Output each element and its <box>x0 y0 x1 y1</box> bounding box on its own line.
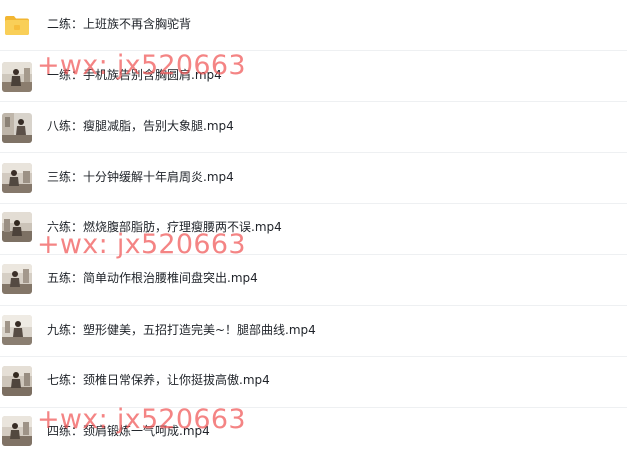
item-name[interactable]: 三练：十分钟缓解十年肩周炎.mp4 <box>47 167 234 187</box>
item-name[interactable]: 四练：颈肩锻炼一气呵成.mp4 <box>47 421 210 441</box>
video-thumbnail <box>2 366 32 396</box>
video-thumbnail <box>2 113 32 143</box>
list-item-video[interactable]: 六练：燃烧腹部脂肪，疗理瘦腰两不误.mp4 <box>0 204 627 255</box>
list-item-video[interactable]: 一练：手机族告别含胸圆肩.mp4 <box>0 51 627 102</box>
item-name[interactable]: 六练：燃烧腹部脂肪，疗理瘦腰两不误.mp4 <box>47 217 282 237</box>
list-item-video[interactable]: 五练：简单动作根治腰椎间盘突出.mp4 <box>0 255 627 306</box>
list-item-video[interactable]: 九练：塑形健美，五招打造完美~！腿部曲线.mp4 <box>0 306 627 357</box>
item-name[interactable]: 五练：简单动作根治腰椎间盘突出.mp4 <box>47 268 258 288</box>
list-item-video[interactable]: 四练：颈肩锻炼一气呵成.mp4 <box>0 408 627 457</box>
video-thumbnail <box>2 264 32 294</box>
file-list: 二练：上班族不再含胸驼背 一练：手机族告别含胸圆肩.mp4 八练：瘦腿减脂，告别… <box>0 0 627 457</box>
video-thumbnail <box>2 315 32 345</box>
file-browser: 二练：上班族不再含胸驼背 一练：手机族告别含胸圆肩.mp4 八练：瘦腿减脂，告别… <box>0 0 627 457</box>
item-name[interactable]: 九练：塑形健美，五招打造完美~！腿部曲线.mp4 <box>47 320 316 340</box>
list-item-video[interactable]: 三练：十分钟缓解十年肩周炎.mp4 <box>0 153 627 204</box>
item-name[interactable]: 八练：瘦腿减脂，告别大象腿.mp4 <box>47 116 234 136</box>
list-item-video[interactable]: 八练：瘦腿减脂，告别大象腿.mp4 <box>0 102 627 153</box>
list-item-folder[interactable]: 二练：上班族不再含胸驼背 <box>0 0 627 51</box>
item-name[interactable]: 二练：上班族不再含胸驼背 <box>47 14 191 34</box>
folder-icon <box>4 14 30 36</box>
video-thumbnail <box>2 416 32 446</box>
video-thumbnail <box>2 212 32 242</box>
video-thumbnail <box>2 62 32 92</box>
item-name[interactable]: 一练：手机族告别含胸圆肩.mp4 <box>47 65 222 85</box>
item-name[interactable]: 七练：颈椎日常保养，让你挺拔高傲.mp4 <box>47 370 270 390</box>
list-item-video[interactable]: 七练：颈椎日常保养，让你挺拔高傲.mp4 <box>0 357 627 408</box>
video-thumbnail <box>2 163 32 193</box>
